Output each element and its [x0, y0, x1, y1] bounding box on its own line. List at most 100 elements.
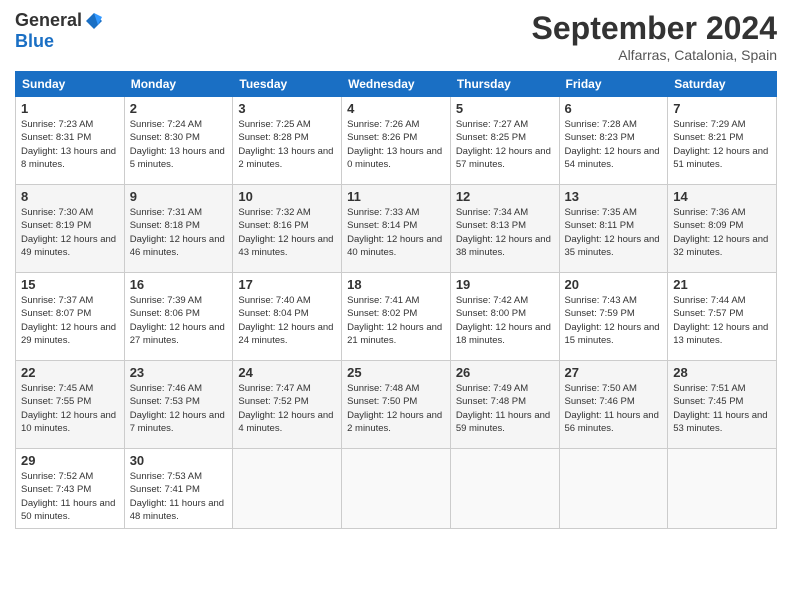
- day-info: Sunrise: 7:51 AMSunset: 7:45 PMDaylight:…: [673, 382, 771, 435]
- logo: General Blue: [15, 10, 104, 52]
- day-num: 9: [130, 189, 228, 204]
- day-30: 30 Sunrise: 7:53 AMSunset: 7:41 PMDaylig…: [124, 449, 233, 529]
- empty-cell: [450, 449, 559, 529]
- calendar-table: Sunday Monday Tuesday Wednesday Thursday…: [15, 71, 777, 529]
- day-info: Sunrise: 7:45 AMSunset: 7:55 PMDaylight:…: [21, 382, 119, 435]
- day-num: 16: [130, 277, 228, 292]
- empty-cell: [342, 449, 451, 529]
- day-num: 2: [130, 101, 228, 116]
- day-25: 25 Sunrise: 7:48 AMSunset: 7:50 PMDaylig…: [342, 361, 451, 449]
- day-15: 15 Sunrise: 7:37 AMSunset: 8:07 PMDaylig…: [16, 273, 125, 361]
- day-info: Sunrise: 7:27 AMSunset: 8:25 PMDaylight:…: [456, 118, 554, 171]
- day-num: 10: [238, 189, 336, 204]
- logo-icon: [84, 11, 104, 31]
- day-29: 29 Sunrise: 7:52 AMSunset: 7:43 PMDaylig…: [16, 449, 125, 529]
- day-18: 18 Sunrise: 7:41 AMSunset: 8:02 PMDaylig…: [342, 273, 451, 361]
- day-num: 30: [130, 453, 228, 468]
- day-info: Sunrise: 7:52 AMSunset: 7:43 PMDaylight:…: [21, 470, 119, 523]
- day-12: 12 Sunrise: 7:34 AMSunset: 8:13 PMDaylig…: [450, 185, 559, 273]
- day-info: Sunrise: 7:40 AMSunset: 8:04 PMDaylight:…: [238, 294, 336, 347]
- page: General Blue September 2024 Alfarras, Ca…: [0, 0, 792, 612]
- day-26: 26 Sunrise: 7:49 AMSunset: 7:48 PMDaylig…: [450, 361, 559, 449]
- day-13: 13 Sunrise: 7:35 AMSunset: 8:11 PMDaylig…: [559, 185, 668, 273]
- day-num: 22: [21, 365, 119, 380]
- day-info: Sunrise: 7:28 AMSunset: 8:23 PMDaylight:…: [565, 118, 663, 171]
- day-info: Sunrise: 7:34 AMSunset: 8:13 PMDaylight:…: [456, 206, 554, 259]
- day-info: Sunrise: 7:25 AMSunset: 8:28 PMDaylight:…: [238, 118, 336, 171]
- day-info: Sunrise: 7:47 AMSunset: 7:52 PMDaylight:…: [238, 382, 336, 435]
- day-24: 24 Sunrise: 7:47 AMSunset: 7:52 PMDaylig…: [233, 361, 342, 449]
- day-20: 20 Sunrise: 7:43 AMSunset: 7:59 PMDaylig…: [559, 273, 668, 361]
- day-19: 19 Sunrise: 7:42 AMSunset: 8:00 PMDaylig…: [450, 273, 559, 361]
- day-num: 26: [456, 365, 554, 380]
- day-10: 10 Sunrise: 7:32 AMSunset: 8:16 PMDaylig…: [233, 185, 342, 273]
- th-tuesday: Tuesday: [233, 72, 342, 97]
- day-27: 27 Sunrise: 7:50 AMSunset: 7:46 PMDaylig…: [559, 361, 668, 449]
- day-8: 8 Sunrise: 7:30 AMSunset: 8:19 PMDayligh…: [16, 185, 125, 273]
- day-info: Sunrise: 7:37 AMSunset: 8:07 PMDaylight:…: [21, 294, 119, 347]
- day-info: Sunrise: 7:23 AMSunset: 8:31 PMDaylight:…: [21, 118, 119, 171]
- day-num: 11: [347, 189, 445, 204]
- day-num: 18: [347, 277, 445, 292]
- logo-general: General: [15, 10, 82, 31]
- day-11: 11 Sunrise: 7:33 AMSunset: 8:14 PMDaylig…: [342, 185, 451, 273]
- empty-cell: [668, 449, 777, 529]
- day-num: 25: [347, 365, 445, 380]
- day-28: 28 Sunrise: 7:51 AMSunset: 7:45 PMDaylig…: [668, 361, 777, 449]
- day-info: Sunrise: 7:32 AMSunset: 8:16 PMDaylight:…: [238, 206, 336, 259]
- th-sunday: Sunday: [16, 72, 125, 97]
- day-info: Sunrise: 7:31 AMSunset: 8:18 PMDaylight:…: [130, 206, 228, 259]
- day-info: Sunrise: 7:42 AMSunset: 8:00 PMDaylight:…: [456, 294, 554, 347]
- week-row-4: 22 Sunrise: 7:45 AMSunset: 7:55 PMDaylig…: [16, 361, 777, 449]
- day-info: Sunrise: 7:39 AMSunset: 8:06 PMDaylight:…: [130, 294, 228, 347]
- day-num: 3: [238, 101, 336, 116]
- day-num: 27: [565, 365, 663, 380]
- day-info: Sunrise: 7:49 AMSunset: 7:48 PMDaylight:…: [456, 382, 554, 435]
- day-num: 5: [456, 101, 554, 116]
- week-row-2: 8 Sunrise: 7:30 AMSunset: 8:19 PMDayligh…: [16, 185, 777, 273]
- day-16: 16 Sunrise: 7:39 AMSunset: 8:06 PMDaylig…: [124, 273, 233, 361]
- week-row-5: 29 Sunrise: 7:52 AMSunset: 7:43 PMDaylig…: [16, 449, 777, 529]
- day-info: Sunrise: 7:24 AMSunset: 8:30 PMDaylight:…: [130, 118, 228, 171]
- logo-blue: Blue: [15, 31, 54, 52]
- day-7: 7 Sunrise: 7:29 AMSunset: 8:21 PMDayligh…: [668, 97, 777, 185]
- day-5: 5 Sunrise: 7:27 AMSunset: 8:25 PMDayligh…: [450, 97, 559, 185]
- day-info: Sunrise: 7:35 AMSunset: 8:11 PMDaylight:…: [565, 206, 663, 259]
- day-21: 21 Sunrise: 7:44 AMSunset: 7:57 PMDaylig…: [668, 273, 777, 361]
- th-wednesday: Wednesday: [342, 72, 451, 97]
- day-num: 6: [565, 101, 663, 116]
- day-num: 20: [565, 277, 663, 292]
- day-info: Sunrise: 7:30 AMSunset: 8:19 PMDaylight:…: [21, 206, 119, 259]
- day-17: 17 Sunrise: 7:40 AMSunset: 8:04 PMDaylig…: [233, 273, 342, 361]
- day-num: 24: [238, 365, 336, 380]
- title-area: September 2024 Alfarras, Catalonia, Spai…: [532, 10, 777, 63]
- day-info: Sunrise: 7:41 AMSunset: 8:02 PMDaylight:…: [347, 294, 445, 347]
- day-num: 8: [21, 189, 119, 204]
- day-info: Sunrise: 7:29 AMSunset: 8:21 PMDaylight:…: [673, 118, 771, 171]
- day-6: 6 Sunrise: 7:28 AMSunset: 8:23 PMDayligh…: [559, 97, 668, 185]
- day-info: Sunrise: 7:43 AMSunset: 7:59 PMDaylight:…: [565, 294, 663, 347]
- day-info: Sunrise: 7:48 AMSunset: 7:50 PMDaylight:…: [347, 382, 445, 435]
- location: Alfarras, Catalonia, Spain: [532, 47, 777, 63]
- day-2: 2 Sunrise: 7:24 AMSunset: 8:30 PMDayligh…: [124, 97, 233, 185]
- day-num: 28: [673, 365, 771, 380]
- day-num: 14: [673, 189, 771, 204]
- day-1: 1 Sunrise: 7:23 AMSunset: 8:31 PMDayligh…: [16, 97, 125, 185]
- day-14: 14 Sunrise: 7:36 AMSunset: 8:09 PMDaylig…: [668, 185, 777, 273]
- day-num: 23: [130, 365, 228, 380]
- day-info: Sunrise: 7:33 AMSunset: 8:14 PMDaylight:…: [347, 206, 445, 259]
- day-num: 21: [673, 277, 771, 292]
- th-monday: Monday: [124, 72, 233, 97]
- day-info: Sunrise: 7:36 AMSunset: 8:09 PMDaylight:…: [673, 206, 771, 259]
- week-row-3: 15 Sunrise: 7:37 AMSunset: 8:07 PMDaylig…: [16, 273, 777, 361]
- day-num: 1: [21, 101, 119, 116]
- day-22: 22 Sunrise: 7:45 AMSunset: 7:55 PMDaylig…: [16, 361, 125, 449]
- day-info: Sunrise: 7:26 AMSunset: 8:26 PMDaylight:…: [347, 118, 445, 171]
- th-saturday: Saturday: [668, 72, 777, 97]
- day-num: 15: [21, 277, 119, 292]
- empty-cell: [233, 449, 342, 529]
- header: General Blue September 2024 Alfarras, Ca…: [15, 10, 777, 63]
- day-num: 7: [673, 101, 771, 116]
- day-info: Sunrise: 7:50 AMSunset: 7:46 PMDaylight:…: [565, 382, 663, 435]
- day-num: 19: [456, 277, 554, 292]
